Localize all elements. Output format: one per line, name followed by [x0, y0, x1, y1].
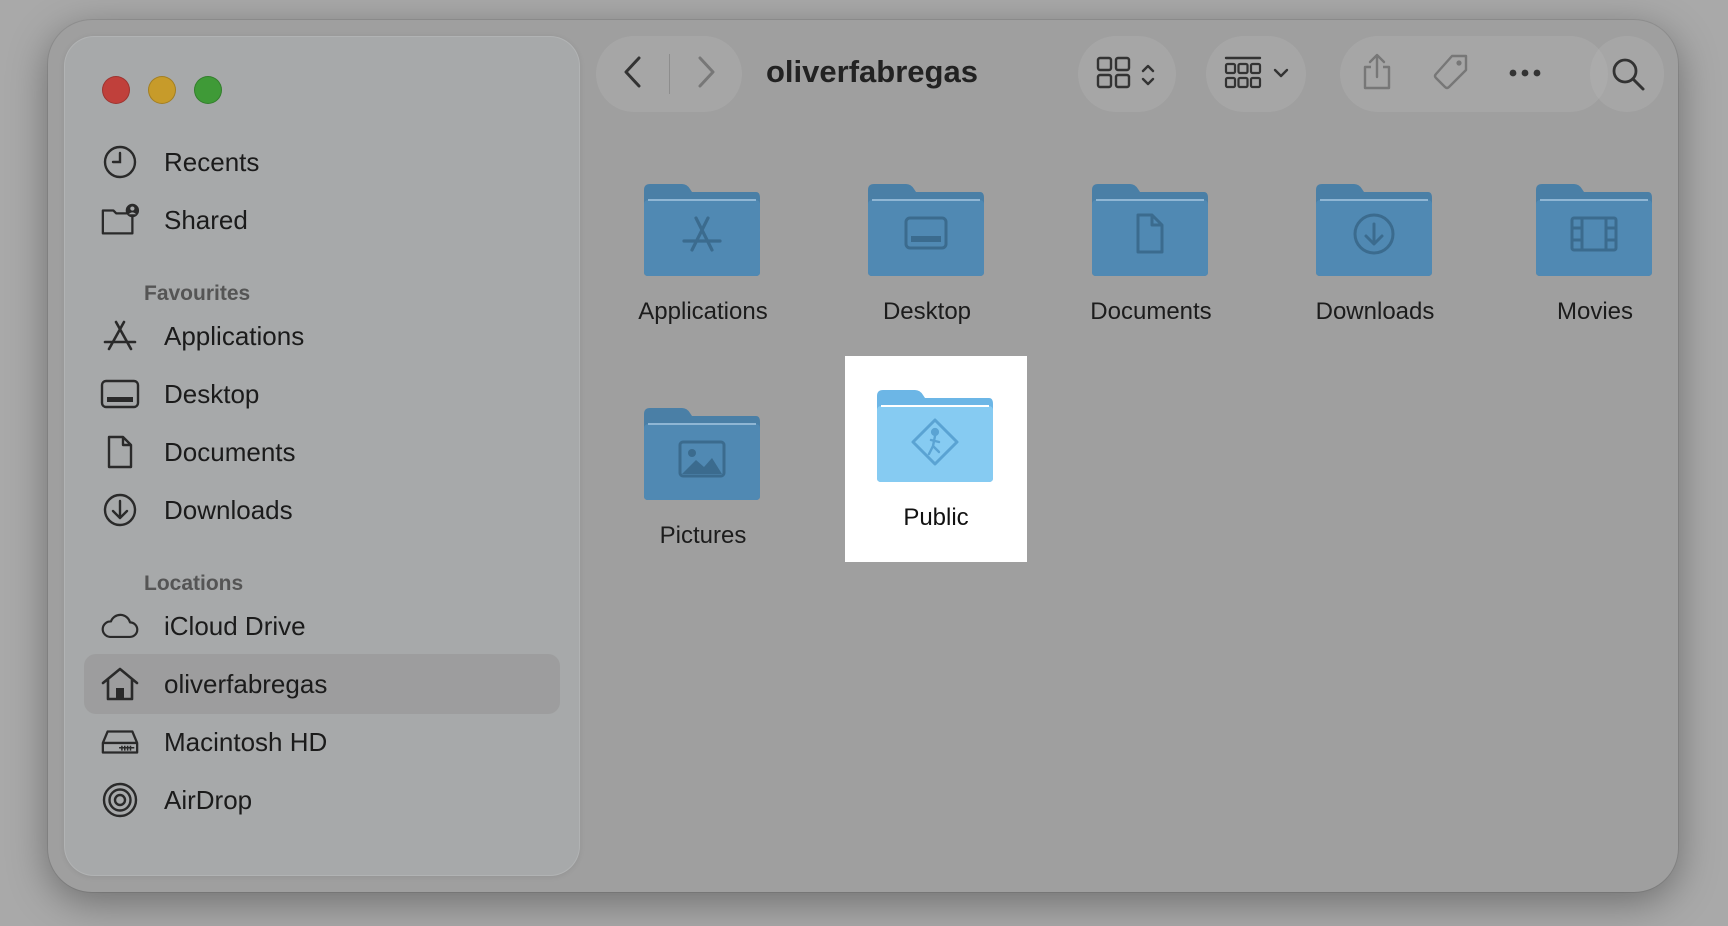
folder-public[interactable]: Public [845, 356, 1027, 562]
drive-icon [100, 722, 140, 762]
sidebar: Recents Shared Favourites Applications D… [64, 36, 580, 876]
sidebar-item-label: iCloud Drive [164, 610, 306, 641]
sidebar-item-label: Shared [164, 204, 248, 235]
folder-desktop[interactable]: Desktop [836, 150, 1018, 356]
chevron-right-icon [695, 55, 717, 94]
file-name: Desktop [882, 298, 972, 325]
airdrop-icon [100, 780, 140, 820]
tag-icon [1432, 53, 1470, 96]
sidebar-item-label: Documents [164, 436, 296, 467]
chevron-down-icon [1272, 67, 1290, 79]
shared-folder-icon [100, 200, 140, 240]
public-folder-icon [877, 390, 993, 482]
sidebar-item-recents[interactable]: Recents [84, 132, 560, 192]
folder-applications[interactable]: Applications [612, 150, 794, 356]
file-name: Movies [1556, 298, 1634, 325]
file-name: Pictures [659, 522, 747, 549]
desktop-icon [100, 374, 140, 414]
back-button[interactable] [596, 36, 669, 112]
folder-documents[interactable]: Documents [1060, 150, 1242, 356]
sidebar-item-documents[interactable]: Documents [84, 422, 560, 482]
pictures-folder-icon [644, 408, 760, 500]
sidebar-item-label: oliverfabregas [164, 668, 328, 699]
download-icon [100, 490, 140, 530]
view-mode-button[interactable] [1078, 36, 1176, 112]
group-grid-icon [1224, 55, 1262, 91]
sidebar-item-downloads[interactable]: Downloads [84, 480, 560, 540]
actions-group [1340, 36, 1608, 112]
forward-button[interactable] [669, 36, 742, 112]
file-name: Public [903, 504, 969, 531]
finder-window: Recents Shared Favourites Applications D… [48, 20, 1678, 892]
chevron-left-icon [622, 55, 644, 94]
movies-folder-icon [1536, 184, 1652, 276]
folder-downloads[interactable]: Downloads [1284, 150, 1466, 356]
desktop-folder-icon [868, 184, 984, 276]
documents-folder-icon [1092, 184, 1208, 276]
applications-folder-icon [644, 184, 760, 276]
group-by-button[interactable] [1206, 36, 1306, 112]
sidebar-item-label: Applications [164, 320, 305, 351]
tag-button[interactable] [1414, 36, 1488, 112]
document-icon [100, 432, 140, 472]
locations-heading: Locations [144, 572, 244, 595]
icon-grid-icon [1096, 56, 1132, 90]
chevron-up-down-icon [1140, 62, 1156, 88]
sidebar-item-label: Macintosh HD [164, 726, 328, 757]
sidebar-item-airdrop[interactable]: AirDrop [84, 770, 560, 830]
window-title: oliverfabregas [766, 54, 978, 89]
sidebar-item-shared[interactable]: Shared [84, 190, 560, 250]
sidebar-item-icloud-drive[interactable]: iCloud Drive [84, 596, 560, 656]
share-button[interactable] [1340, 36, 1414, 112]
sidebar-item-label: AirDrop [164, 784, 253, 815]
zoom-button[interactable] [194, 76, 222, 104]
applications-icon [100, 316, 140, 356]
sidebar-item-label: Desktop [164, 378, 260, 409]
favourites-heading: Favourites [144, 282, 251, 305]
downloads-folder-icon [1316, 184, 1432, 276]
more-button[interactable] [1488, 36, 1562, 112]
clock-icon [100, 142, 140, 182]
search-button[interactable] [1590, 36, 1664, 112]
folder-pictures[interactable]: Pictures [612, 374, 794, 580]
sidebar-item-desktop[interactable]: Desktop [84, 364, 560, 424]
search-icon [1610, 56, 1646, 92]
minimize-button[interactable] [148, 76, 176, 104]
share-icon [1361, 53, 1393, 96]
sidebar-item-applications[interactable]: Applications [84, 306, 560, 366]
sidebar-item-label: Downloads [164, 494, 293, 525]
sidebar-item-home[interactable]: oliverfabregas [84, 654, 560, 714]
ellipsis-icon [1508, 65, 1542, 83]
navigation-group [596, 36, 742, 112]
file-name: Applications [638, 298, 768, 325]
home-icon [100, 664, 140, 704]
close-button[interactable] [102, 76, 130, 104]
file-name: Documents [1090, 298, 1212, 325]
cloud-icon [100, 606, 140, 646]
sidebar-item-label: Recents [164, 146, 260, 177]
file-name: Downloads [1315, 298, 1435, 325]
folder-movies[interactable]: Movies [1504, 150, 1674, 356]
sidebar-item-macintosh-hd[interactable]: Macintosh HD [84, 712, 560, 772]
